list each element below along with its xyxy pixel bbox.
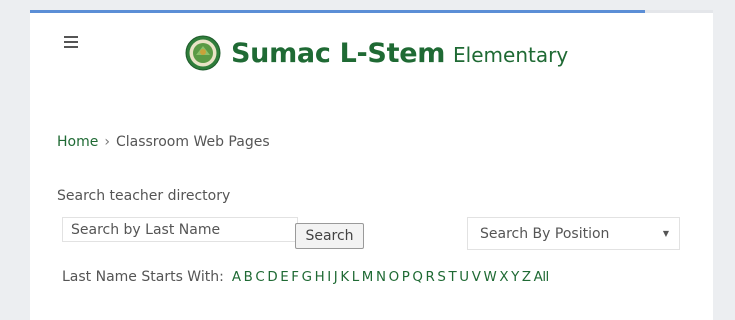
letter-link-t[interactable]: T [449,270,457,285]
hamburger-menu-icon[interactable] [64,36,78,48]
letter-link-v[interactable]: V [472,270,481,285]
page-container: Sumac L-Stem Elementary Home › Classroom W… [30,10,713,320]
letter-link-u[interactable]: U [459,270,469,285]
letter-link-l[interactable]: L [352,270,359,285]
letter-link-e[interactable]: E [280,270,288,285]
letter-link-a[interactable]: A [232,270,241,285]
page-load-progress-fill [30,10,645,13]
letter-link-g[interactable]: G [302,270,312,285]
page-load-progress-bar [30,10,713,13]
position-select[interactable]: Search By Position ▼ [467,217,680,250]
letter-link-d[interactable]: D [267,270,277,285]
breadcrumb-current: Classroom Web Pages [115,134,270,150]
alphabet-letters: A B C D E F G H I J K L M N O P Q R S T U V W X Y Z All [232,270,549,285]
breadcrumb-separator: › [104,134,110,150]
letter-link-s[interactable]: S [437,270,446,285]
letter-link-i[interactable]: I [327,270,331,285]
letter-link-all[interactable]: All [534,270,550,285]
letter-link-b[interactable]: B [244,270,253,285]
last-name-search-input[interactable] [62,217,298,242]
letter-link-o[interactable]: O [389,270,400,285]
breadcrumb: Home › Classroom Web Pages [57,134,270,150]
letter-link-p[interactable]: P [402,270,410,285]
letter-link-m[interactable]: M [362,270,374,285]
letter-link-n[interactable]: N [376,270,386,285]
letter-link-j[interactable]: J [334,270,338,285]
letter-link-h[interactable]: H [315,270,325,285]
letter-link-r[interactable]: R [426,270,435,285]
letter-link-c[interactable]: C [255,270,264,285]
letter-link-f[interactable]: F [291,270,299,285]
letter-link-w[interactable]: W [483,270,496,285]
dropdown-caret-icon: ▼ [662,229,669,238]
position-select-value: Search By Position [480,225,610,242]
letter-link-x[interactable]: X [499,270,508,285]
brand-name: Sumac L-Stem [231,37,446,69]
search-button[interactable]: Search [295,223,364,249]
alphabet-filter: Last Name Starts With: ABCDEFGHIJKLMNOPQ… [62,269,549,285]
letter-link-y[interactable]: Y [511,270,519,285]
alphabet-filter-label: Last Name Starts With: [62,269,224,285]
letter-link-z[interactable]: Z [522,270,531,285]
brand-subtitle: Elementary [453,43,569,67]
letter-link-k[interactable]: K [340,270,349,285]
site-brand[interactable]: Sumac L-Stem Elementary [185,33,568,73]
letter-link-q[interactable]: Q [412,270,423,285]
search-directory-label: Search teacher directory [57,188,231,204]
school-logo-seal-icon [185,35,221,71]
breadcrumb-home-link[interactable]: Home [57,134,98,150]
